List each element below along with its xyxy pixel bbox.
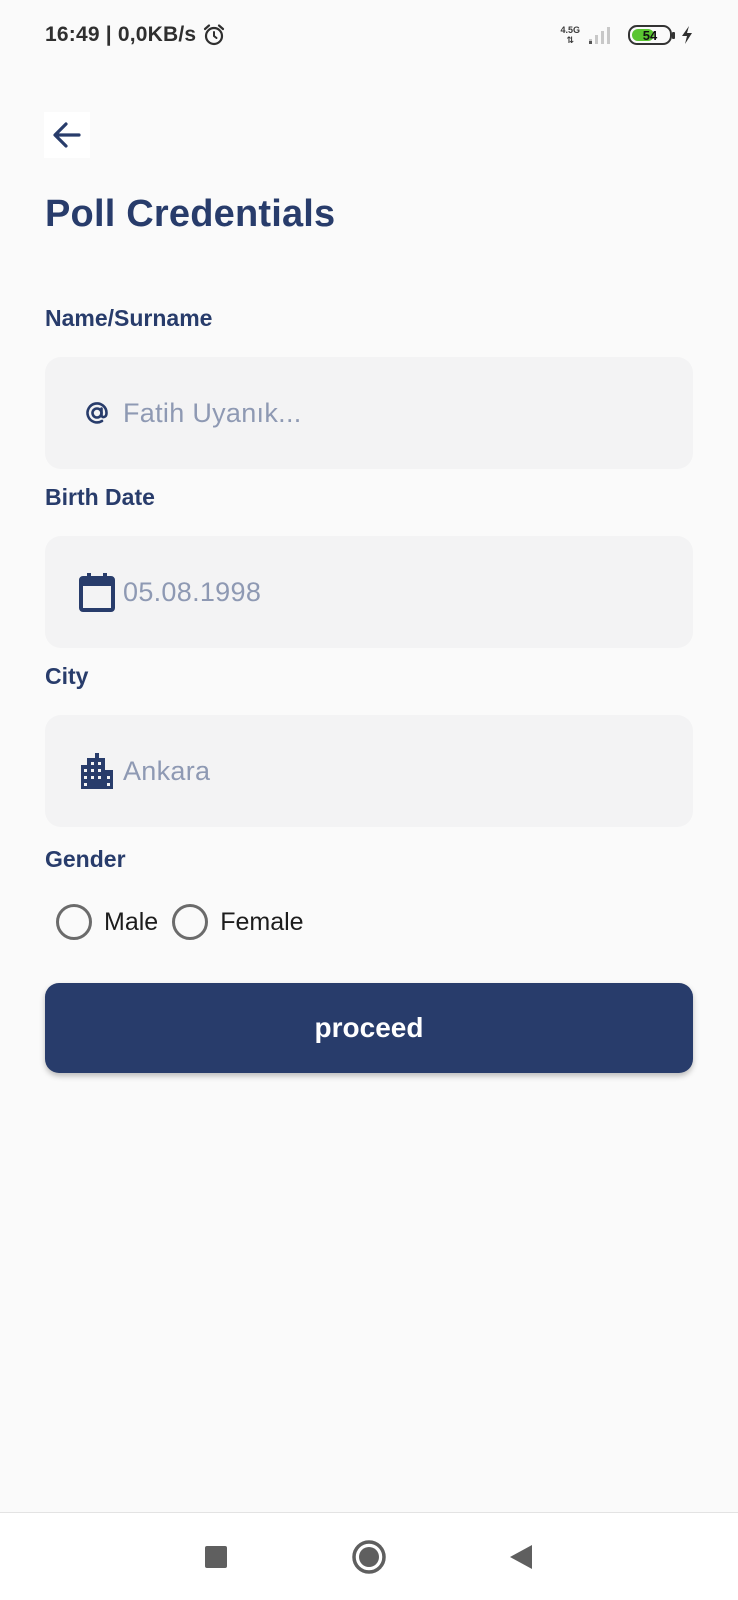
screen: 16:49 | 0,0KB/s 4.5G ⇅ 54 Poll Credentia… [0, 0, 738, 1600]
battery-level: 54 [642, 27, 658, 43]
city-value: Ankara [123, 755, 211, 786]
charging-icon [682, 26, 692, 44]
proceed-button[interactable]: proceed [45, 983, 693, 1073]
data-arrows-icon: ⇅ [566, 35, 575, 45]
city-icon [77, 749, 117, 793]
name-label: Name/Surname [45, 305, 213, 331]
male-label[interactable]: Male [104, 908, 158, 937]
status-right: 4.5G ⇅ 54 [560, 25, 694, 45]
gender-label: Gender [45, 846, 126, 872]
signal-icon [589, 27, 610, 44]
calendar-icon [77, 570, 117, 614]
back-button[interactable] [44, 112, 90, 158]
name-value: Fatih Uyanık... [123, 397, 302, 428]
at-icon [77, 391, 117, 435]
gender-radio-group: Male Female [56, 904, 318, 940]
birth-date-input[interactable]: 05.08.1998 [45, 536, 693, 648]
city-input[interactable]: Ankara [45, 715, 693, 827]
network-type: 4.5G [560, 25, 580, 35]
home-circle-icon[interactable] [344, 1532, 394, 1582]
recents-square-icon[interactable] [191, 1532, 241, 1582]
male-radio-button[interactable] [56, 904, 92, 940]
birth-date-value: 05.08.1998 [123, 576, 262, 607]
status-time-speed: 16:49 | 0,0KB/s [45, 23, 197, 46]
network-indicator: 4.5G ⇅ [560, 25, 580, 45]
status-left: 16:49 | 0,0KB/s [45, 23, 226, 47]
city-label: City [45, 663, 89, 689]
alarm-icon [204, 24, 225, 46]
female-radio-button[interactable] [172, 904, 209, 940]
female-label[interactable]: Female [220, 908, 303, 937]
status-bar: 16:49 | 0,0KB/s 4.5G ⇅ 54 [0, 0, 738, 70]
name-input[interactable]: Fatih Uyanık... [45, 357, 693, 469]
arrow-left-icon [53, 122, 81, 148]
page-title: Poll Credentials [45, 193, 336, 235]
battery-icon: 54 [628, 25, 675, 45]
system-nav-bar [0, 1512, 738, 1600]
birth-date-label: Birth Date [45, 484, 155, 510]
gender-option-male[interactable]: Male [56, 904, 172, 940]
back-triangle-icon[interactable] [496, 1532, 546, 1582]
gender-option-female[interactable]: Female [172, 904, 317, 940]
